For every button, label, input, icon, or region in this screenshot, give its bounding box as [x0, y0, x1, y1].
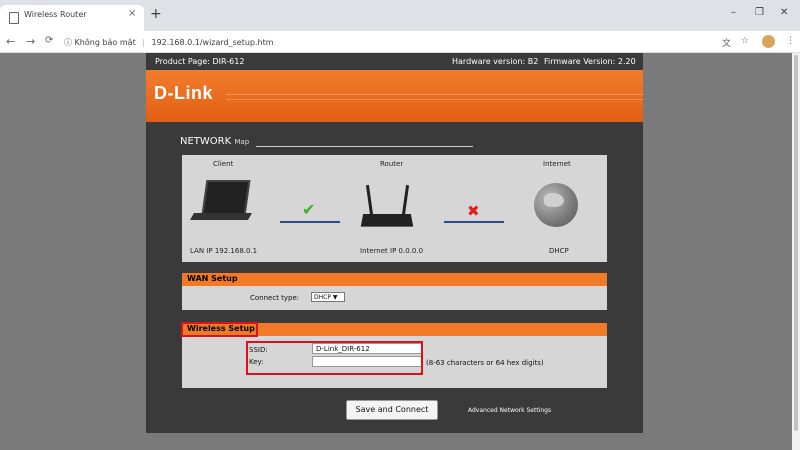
info-icon: ⓘ	[64, 38, 72, 47]
advanced-network-settings-link[interactable]: Advanced Network Settings	[468, 407, 551, 414]
chevron-down-icon: ▼	[332, 294, 338, 301]
product-bar: Product Page: DIR-612 Hardware version: …	[146, 53, 643, 70]
ssid-key-highlight	[246, 341, 423, 375]
globe-land	[544, 193, 564, 207]
router-antenna-left	[365, 184, 374, 216]
connect-type-value: DHCP	[314, 294, 331, 301]
close-window-button[interactable]: ✕	[780, 7, 788, 18]
laptop-icon	[201, 180, 251, 215]
forward-button[interactable]: →	[26, 35, 35, 48]
laptop-base	[189, 213, 253, 220]
wan-setup-title: WAN Setup	[187, 274, 238, 283]
new-tab-button[interactable]: +	[150, 6, 162, 22]
wan-type-text: DHCP	[549, 247, 569, 255]
client-router-link	[280, 221, 340, 223]
avatar[interactable]	[762, 35, 775, 48]
internet-ip-text: Internet IP 0.0.0.0	[360, 247, 424, 255]
check-icon: ✔	[302, 200, 316, 219]
internet-label: Internet	[543, 160, 571, 168]
router-panel: Product Page: DIR-612 Hardware version: …	[146, 53, 643, 433]
address-separator: |	[142, 38, 145, 47]
cross-icon: ✖	[467, 202, 480, 220]
address-bar[interactable]: ⓘ Không bảo mật | 192.168.0.1/wizard_set…	[64, 37, 274, 48]
wireless-setup-highlight	[181, 322, 258, 337]
connect-type-label: Connect type:	[250, 294, 300, 302]
key-hint: (8-63 characters or 64 hex digits)	[426, 359, 544, 367]
menu-icon[interactable]: ⋮	[786, 36, 795, 46]
connect-type-select[interactable]: DHCP ▼	[311, 292, 345, 302]
network-map: Client Router Internet ✔ ✖ LAN IP 192.16…	[182, 155, 607, 262]
page-background: Product Page: DIR-612 Hardware version: …	[0, 53, 800, 450]
network-subtitle-text: Map	[234, 138, 250, 146]
reload-button[interactable]: ⟳	[45, 35, 53, 46]
network-map-title: NETWORK Map	[180, 136, 249, 147]
firmware-version: Firmware Version: 2.20	[544, 57, 636, 66]
tab-title: Wireless Router	[24, 10, 87, 19]
product-page-text: Product Page: DIR-612	[155, 57, 245, 66]
wan-setup-body: Connect type: DHCP ▼	[182, 286, 607, 310]
network-title-text: NETWORK	[180, 136, 232, 147]
tab-wireless-router[interactable]: Wireless Router ×	[0, 5, 144, 31]
minimize-button[interactable]: –	[731, 7, 736, 18]
wan-setup-header: WAN Setup	[182, 273, 607, 286]
hardware-version: Hardware version: B2	[452, 57, 539, 66]
client-label: Client	[213, 160, 234, 168]
title-divider	[256, 146, 473, 147]
lan-ip-text: LAN IP 192.168.0.1	[190, 247, 258, 255]
translate-icon[interactable]: 文	[722, 36, 731, 49]
dlink-banner: D-Link	[146, 70, 643, 122]
tab-close-icon[interactable]: ×	[128, 8, 136, 19]
back-button[interactable]: ←	[6, 35, 15, 48]
url-text: 192.168.0.1/wizard_setup.htm	[151, 38, 274, 47]
router-label: Router	[380, 160, 404, 168]
content-area: NETWORK Map Client Router Internet ✔ ✖ L…	[146, 122, 643, 433]
router-antenna-right	[401, 184, 410, 216]
security-label: Không bảo mật	[74, 38, 136, 47]
dlink-logo: D-Link	[154, 83, 213, 103]
save-and-connect-button[interactable]: Save and Connect	[346, 400, 438, 420]
scrollbar-thumb[interactable]	[794, 55, 798, 431]
banner-stripes	[226, 94, 643, 100]
router-icon	[360, 213, 414, 227]
router-internet-link	[444, 221, 504, 223]
browser-toolbar: ← → ⟳ ⓘ Không bảo mật | 192.168.0.1/wiza…	[0, 31, 800, 53]
star-icon[interactable]: ☆	[741, 36, 749, 46]
restore-button[interactable]: ❐	[755, 7, 764, 18]
page-icon	[9, 12, 19, 24]
browser-tab-bar: Wireless Router × + – ❐ ✕	[0, 0, 800, 31]
